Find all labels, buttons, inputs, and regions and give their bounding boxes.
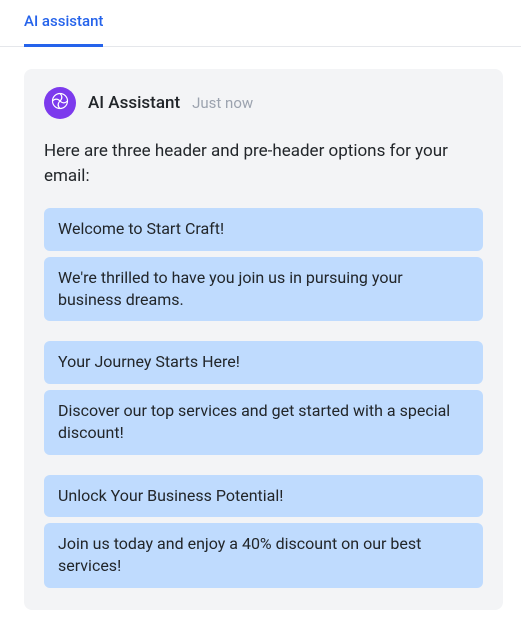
ai-swirl-icon [50,91,70,115]
option-group-1: Welcome to Start Craft! We're thrilled t… [44,208,483,321]
option-header[interactable]: Unlock Your Business Potential! [44,475,483,517]
tab-bar: AI assistant [0,0,521,47]
assistant-message-panel: AI Assistant Just now Here are three hea… [24,69,503,610]
option-group-2: Your Journey Starts Here! Discover our t… [44,341,483,454]
message-timestamp: Just now [192,94,253,112]
option-group-3: Unlock Your Business Potential! Join us … [44,475,483,588]
option-header[interactable]: Your Journey Starts Here! [44,341,483,383]
message-header: AI Assistant Just now [44,87,483,119]
message-intro: Here are three header and pre-header opt… [44,139,483,188]
option-preheader[interactable]: We're thrilled to have you join us in pu… [44,257,483,322]
option-preheader[interactable]: Join us today and enjoy a 40% discount o… [44,523,483,588]
option-preheader[interactable]: Discover our top services and get starte… [44,390,483,455]
assistant-avatar [44,87,76,119]
assistant-name: AI Assistant [88,93,180,113]
option-header[interactable]: Welcome to Start Craft! [44,208,483,250]
tab-ai-assistant[interactable]: AI assistant [24,0,103,47]
